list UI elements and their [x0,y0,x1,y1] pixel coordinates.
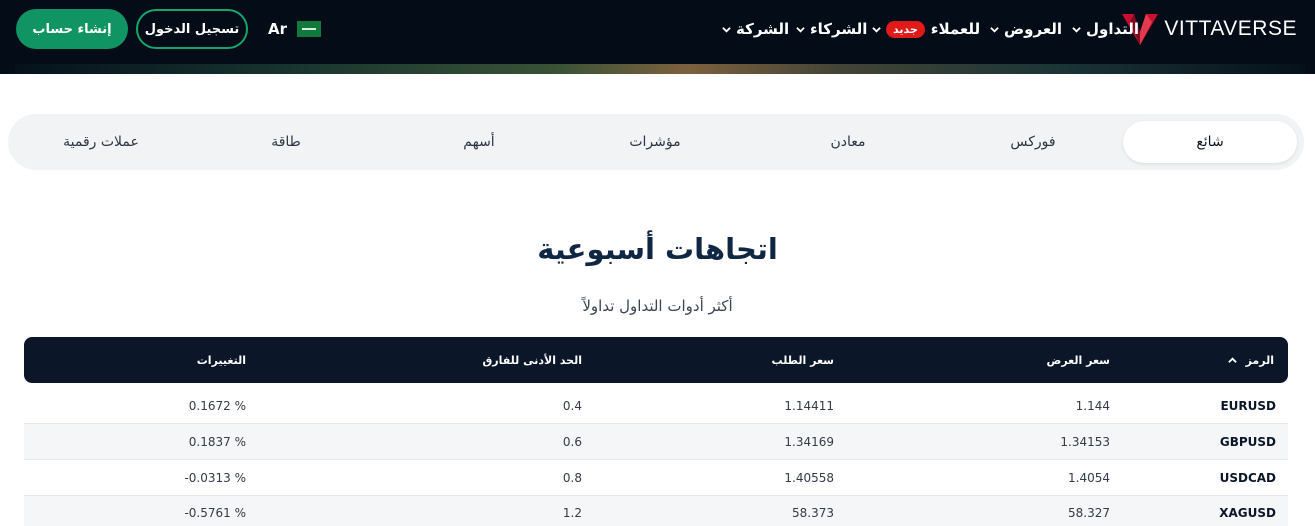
cell-symbol: XAGUSD [1219,506,1276,520]
tab-crypto[interactable]: عملات رقمية [14,121,188,163]
cell-change: -0.0313 % [184,471,246,485]
nav-item-trading[interactable]: التداول [1072,18,1139,40]
nav-trading-label: التداول [1086,20,1140,38]
new-badge: جديد [886,20,925,38]
nav-item-partners[interactable]: الشركاء [796,18,867,40]
nav-company-label: الشركة [736,20,790,38]
table-header: الرمز سعر العرض سعر الطلب الحد الأدنى لل… [24,337,1288,383]
nav-clients-label: للعملاء [930,20,981,38]
column-header-changes: التغييرات [196,353,246,367]
column-header-min-spread: الحد الأدنى للفارق [482,353,582,367]
tab-popular[interactable]: شائع [1123,121,1297,163]
column-header-symbol[interactable]: الرمز [1227,337,1274,383]
cell-symbol: GBPUSD [1219,435,1276,449]
cell-bid: 1.34153 [1060,435,1110,449]
table-row[interactable]: EURUSD 1.144 1.14411 0.4 0.1672 % [24,388,1288,424]
signup-button[interactable]: إنشاء حساب [16,9,128,49]
chevron-down-icon [1072,26,1081,33]
column-header-symbol-label: الرمز [1245,353,1274,367]
chevron-down-icon [990,26,999,33]
cell-ask: 1.40558 [784,471,834,485]
cell-min-spread: 1.2 [562,506,582,520]
cell-min-spread: 0.4 [562,399,582,413]
tab-stocks[interactable]: أسهم [392,121,566,163]
cell-min-spread: 0.6 [562,435,582,449]
chevron-up-icon [1227,356,1237,363]
column-header-ask: سعر الطلب [771,353,834,367]
saudi-flag-icon [297,21,322,37]
table-row[interactable]: USDCAD 1.4054 1.40558 0.8 -0.0313 % [24,460,1288,496]
tab-energy[interactable]: طاقة [199,121,373,163]
table-row[interactable]: XAGUSD 58.327 58.373 1.2 -0.5761 % [24,496,1288,526]
language-selector[interactable]: Ar [268,18,322,40]
nav-partners-label: الشركاء [810,20,868,38]
cell-ask: 1.34169 [784,435,834,449]
table-row[interactable]: GBPUSD 1.34153 1.34169 0.6 0.1837 % [24,424,1288,460]
top-navigation-bar: VITTAVERSE التداول العروض جديد للعملاء ا… [0,0,1315,74]
section-title: اتجاهات أسبوعية [537,232,778,266]
cell-bid: 1.4054 [1068,471,1110,485]
chevron-down-icon [872,26,881,33]
cell-ask: 1.14411 [784,399,834,413]
chevron-down-icon [722,26,731,33]
tab-metals[interactable]: معادن [761,121,935,163]
tab-indices[interactable]: مؤشرات [568,121,742,163]
category-tabs: شائع فوركس معادن مؤشرات أسهم طاقة عملات … [8,114,1304,170]
cell-change: 0.1837 % [188,435,246,449]
nav-offers-label: العروض [1004,20,1063,38]
nav-item-clients[interactable]: جديد للعملاء [872,18,980,40]
cell-bid: 1.144 [1075,399,1110,413]
section-subtitle: أكثر أدوات التداول تداولاً [582,297,733,315]
cell-change: -0.5761 % [184,506,246,520]
tab-forex[interactable]: فوركس [946,121,1120,163]
nav-item-offers[interactable]: العروض [990,18,1062,40]
column-header-bid: سعر العرض [1046,353,1110,367]
login-button[interactable]: تسجيل الدخول [136,9,248,49]
cell-min-spread: 0.8 [562,471,582,485]
cell-symbol: EURUSD [1220,399,1276,413]
header-glow-strip [15,64,1305,74]
cell-change: 0.1672 % [188,399,246,413]
language-code: Ar [268,20,288,38]
chevron-down-icon [796,26,805,33]
cell-ask: 58.373 [792,506,834,520]
cell-symbol: USDCAD [1219,471,1276,485]
cell-bid: 58.327 [1068,506,1110,520]
nav-item-company[interactable]: الشركة [722,18,789,40]
